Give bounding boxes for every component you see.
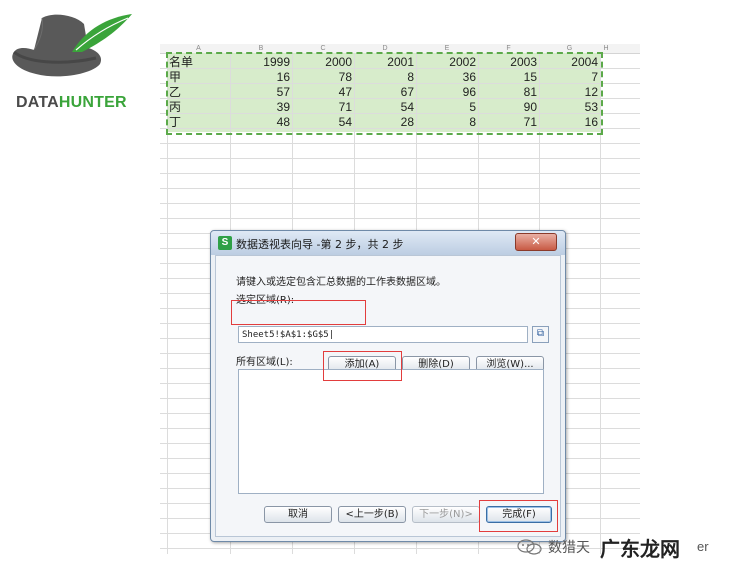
watermark-text: 数猎天 [548,540,590,556]
cell[interactable]: 2003 [478,55,539,70]
cell[interactable]: 81 [478,85,539,100]
grid-row-line [160,158,640,159]
cell[interactable]: 名单 [169,55,229,70]
watermark-brand: 广东龙网 [600,537,680,561]
cell[interactable]: 28 [354,115,416,130]
cell[interactable]: 57 [230,85,292,100]
cell[interactable]: 36 [416,70,478,85]
cell[interactable]: 47 [292,85,354,100]
range-select-button[interactable]: ⧉ [532,326,549,343]
add-button-highlight [323,351,402,381]
cell[interactable]: 16 [230,70,292,85]
range-input[interactable]: Sheet5!$A$1:$G$5| [238,326,528,343]
dialog-body: 请键入或选定包含汇总数据的工作表数据区域。 选定区域(R): Sheet5!$A… [215,255,561,537]
grid-row-line [160,143,640,144]
cell[interactable]: 96 [416,85,478,100]
dialog-title-bar[interactable]: S 数据透视表向导 -第 2 步，共 2 步 ✕ [211,231,565,255]
cell[interactable]: 7 [539,70,600,85]
wps-app-icon: S [218,236,232,250]
grid-row-line [160,203,640,204]
close-icon: ✕ [531,235,541,248]
cell[interactable]: 54 [354,100,416,115]
all-ranges-list[interactable] [238,369,544,494]
cell[interactable]: 54 [292,115,354,130]
dialog-title: 数据透视表向导 -第 2 步，共 2 步 [236,238,404,251]
close-button[interactable]: ✕ [515,233,557,251]
cell[interactable]: 1999 [230,55,292,70]
instruction-text: 请键入或选定包含汇总数据的工作表数据区域。 [236,277,446,288]
cell[interactable]: 71 [478,115,539,130]
pivot-table-wizard-dialog: S 数据透视表向导 -第 2 步，共 2 步 ✕ 请键入或选定包含汇总数据的工作… [210,230,566,542]
cell[interactable]: 5 [416,100,478,115]
cell[interactable]: 78 [292,70,354,85]
cell[interactable]: 8 [354,70,416,85]
cell[interactable]: 丁 [169,115,229,130]
next-step-button[interactable]: 下一步(N)> [412,506,480,523]
cell[interactable]: 39 [230,100,292,115]
cell[interactable]: 8 [416,115,478,130]
logo-text-data: DATA [16,94,59,111]
cell[interactable]: 16 [539,115,600,130]
grid-row-line [160,218,640,219]
range-select-icon: ⧉ [536,328,545,339]
cell[interactable]: 12 [539,85,600,100]
grid-row-line [160,188,640,189]
cell[interactable]: 甲 [169,70,229,85]
cancel-button[interactable]: 取消 [264,506,332,523]
cell[interactable]: 67 [354,85,416,100]
cell[interactable]: 53 [539,100,600,115]
range-label-highlight [231,300,366,325]
cell[interactable]: 90 [478,100,539,115]
watermark-text-suffix: er [697,539,709,554]
cell[interactable]: 15 [478,70,539,85]
cell[interactable]: 丙 [169,100,229,115]
cell[interactable]: 2000 [292,55,354,70]
all-ranges-label: 所有区域(L): [236,357,293,368]
cell[interactable]: 2002 [416,55,478,70]
logo-text-hunter: HUNTER [58,94,127,111]
cell[interactable]: 乙 [169,85,229,100]
cell[interactable]: 71 [292,100,354,115]
wechat-icon [517,539,542,555]
logo-wordmark: DATAHUNTER [16,94,127,112]
cell[interactable]: 48 [230,115,292,130]
cell[interactable]: 2001 [354,55,416,70]
previous-step-button[interactable]: <上一步(B) [338,506,406,523]
finish-button-highlight [479,500,558,532]
cell[interactable]: 2004 [539,55,600,70]
grid-row-line [160,173,640,174]
